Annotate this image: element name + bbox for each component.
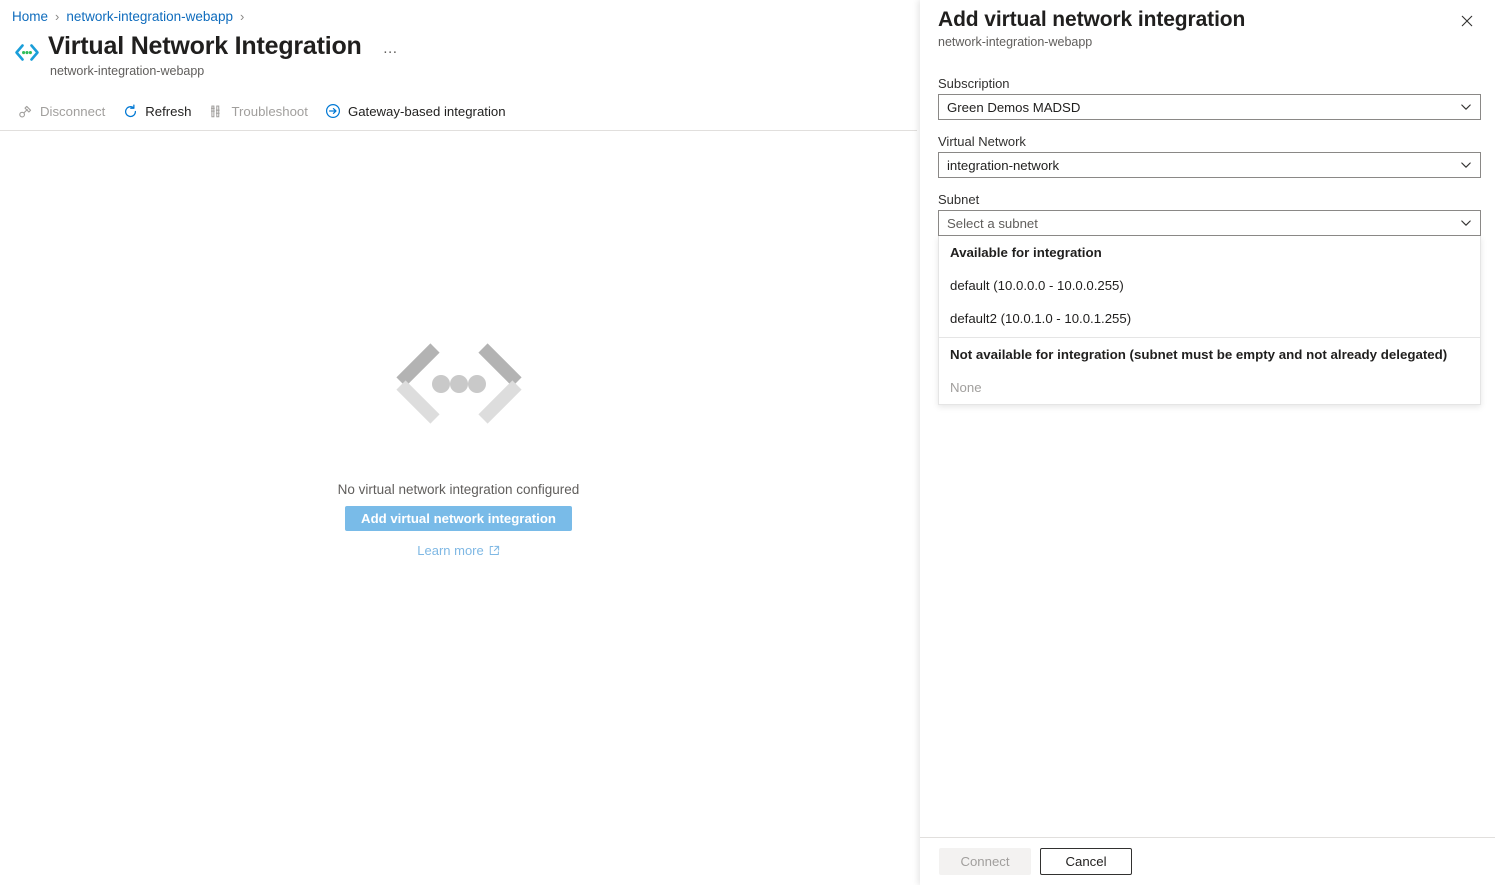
virtual-network-select[interactable]: integration-network (938, 152, 1481, 178)
add-virtual-network-integration-panel: Add virtual network integration network-… (920, 0, 1495, 885)
command-refresh-label: Refresh (145, 103, 192, 119)
field-virtual-network: Virtual Network integration-network (938, 134, 1481, 178)
chevron-down-icon (1460, 159, 1472, 171)
command-gateway-based-integration[interactable]: Gateway-based integration (320, 98, 513, 124)
cancel-button[interactable]: Cancel (1040, 848, 1132, 875)
subscription-label: Subscription (938, 76, 1010, 91)
disconnect-icon (17, 103, 34, 120)
learn-more-link[interactable]: Learn more (417, 543, 499, 558)
subscription-select[interactable]: Green Demos MADSD (938, 94, 1481, 120)
command-disconnect-label: Disconnect (40, 103, 106, 119)
virtual-network-label: Virtual Network (938, 134, 1026, 149)
subscription-value: Green Demos MADSD (947, 99, 1081, 115)
vnet-chevron-dots-icon (379, 330, 539, 440)
refresh-icon (122, 103, 139, 120)
panel-header: Add virtual network integration network-… (938, 6, 1481, 49)
close-icon[interactable] (1453, 7, 1481, 35)
troubleshoot-icon (208, 103, 225, 120)
empty-state: No virtual network integration configure… (0, 330, 917, 558)
external-link-icon (489, 545, 500, 556)
vnet-integration-icon (12, 38, 42, 68)
command-disconnect[interactable]: Disconnect (12, 98, 112, 124)
field-subnet: Subnet Select a subnet Available for int… (938, 192, 1481, 405)
command-troubleshoot-label: Troubleshoot (231, 103, 308, 119)
command-bar-divider (0, 130, 917, 131)
panel-footer: Connect Cancel (920, 837, 1495, 885)
virtual-network-integration-blade: Home › network-integration-webapp › Virt… (0, 0, 917, 885)
breadcrumb: Home › network-integration-webapp › (12, 6, 251, 26)
dropdown-option-default2[interactable]: default2 (10.0.1.0 - 10.0.1.255) (939, 302, 1480, 335)
dropdown-group-header-available: Available for integration (950, 245, 1102, 260)
page-subtitle: network-integration-webapp (50, 64, 205, 78)
add-virtual-network-integration-button[interactable]: Add virtual network integration (345, 506, 572, 531)
breadcrumb-item-home[interactable]: Home (12, 9, 48, 24)
empty-state-message: No virtual network integration configure… (337, 482, 580, 497)
dropdown-group-header-not-available: Not available for integration (subnet mu… (950, 347, 1448, 362)
chevron-down-icon (1460, 217, 1472, 229)
arrow-right-circle-icon (325, 103, 342, 120)
dropdown-option-none: None (950, 380, 982, 395)
more-options-button[interactable]: … (380, 40, 403, 58)
panel-title: Add virtual network integration (938, 8, 1246, 31)
command-gateway-label: Gateway-based integration (347, 103, 506, 119)
subnet-placeholder: Select a subnet (947, 215, 1038, 231)
subnet-select[interactable]: Select a subnet (938, 210, 1481, 236)
connect-button[interactable]: Connect (939, 848, 1031, 875)
chevron-down-icon (1460, 101, 1472, 113)
learn-more-label: Learn more (417, 543, 484, 558)
command-troubleshoot[interactable]: Troubleshoot (203, 98, 315, 124)
subnet-dropdown-list: Available for integration default (10.0.… (938, 236, 1481, 405)
panel-body: Subscription Green Demos MADSD Virtual N… (938, 76, 1481, 419)
breadcrumb-item-webapp[interactable]: network-integration-webapp (66, 9, 233, 24)
page-title: Virtual Network Integration (48, 32, 362, 60)
command-bar: Disconnect Refresh Troubleshoot Gateway-… (12, 98, 518, 124)
breadcrumb-separator-trailing: › (239, 8, 245, 24)
page-header: Virtual Network Integration … network-in… (12, 30, 402, 78)
virtual-network-value: integration-network (947, 157, 1060, 173)
breadcrumb-separator: › (55, 8, 60, 24)
subnet-label: Subnet (938, 192, 980, 207)
command-refresh[interactable]: Refresh (117, 98, 198, 124)
panel-subtitle: network-integration-webapp (938, 35, 1093, 49)
field-subscription: Subscription Green Demos MADSD (938, 76, 1481, 120)
dropdown-option-default[interactable]: default (10.0.0.0 - 10.0.0.255) (939, 269, 1480, 302)
